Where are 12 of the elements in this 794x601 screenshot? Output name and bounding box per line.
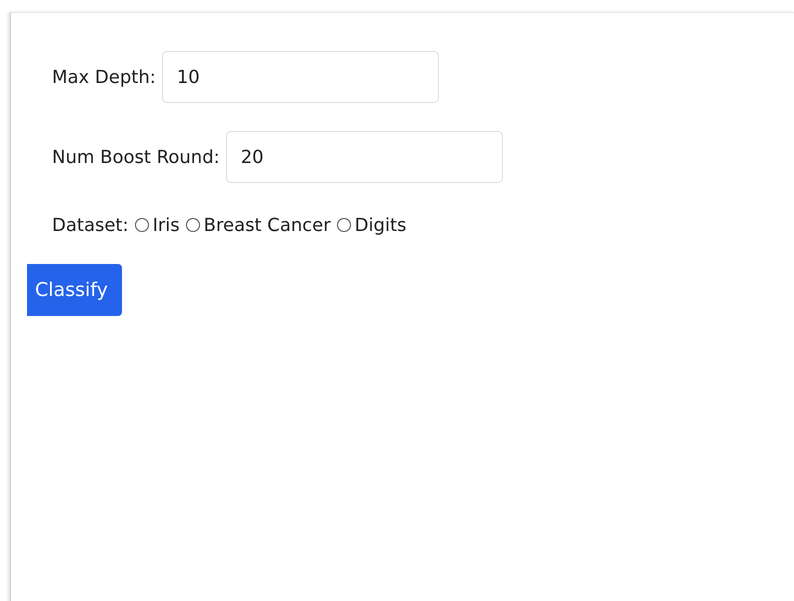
radio-label[interactable]: Iris bbox=[152, 214, 180, 236]
dataset-label: Dataset: bbox=[52, 214, 129, 236]
radio-button[interactable] bbox=[336, 218, 351, 232]
radio-label[interactable]: Digits bbox=[354, 214, 406, 236]
radio-button[interactable] bbox=[134, 218, 149, 232]
field-label: Max Depth: bbox=[52, 66, 156, 88]
input-field[interactable]: 20 bbox=[226, 131, 503, 183]
input-field[interactable]: 10 bbox=[162, 51, 439, 103]
field-label: Num Boost Round: bbox=[52, 146, 220, 168]
radio-label[interactable]: Breast Cancer bbox=[204, 214, 331, 236]
radio-button[interactable] bbox=[186, 218, 200, 232]
classify-button[interactable]: Classify bbox=[27, 264, 122, 316]
